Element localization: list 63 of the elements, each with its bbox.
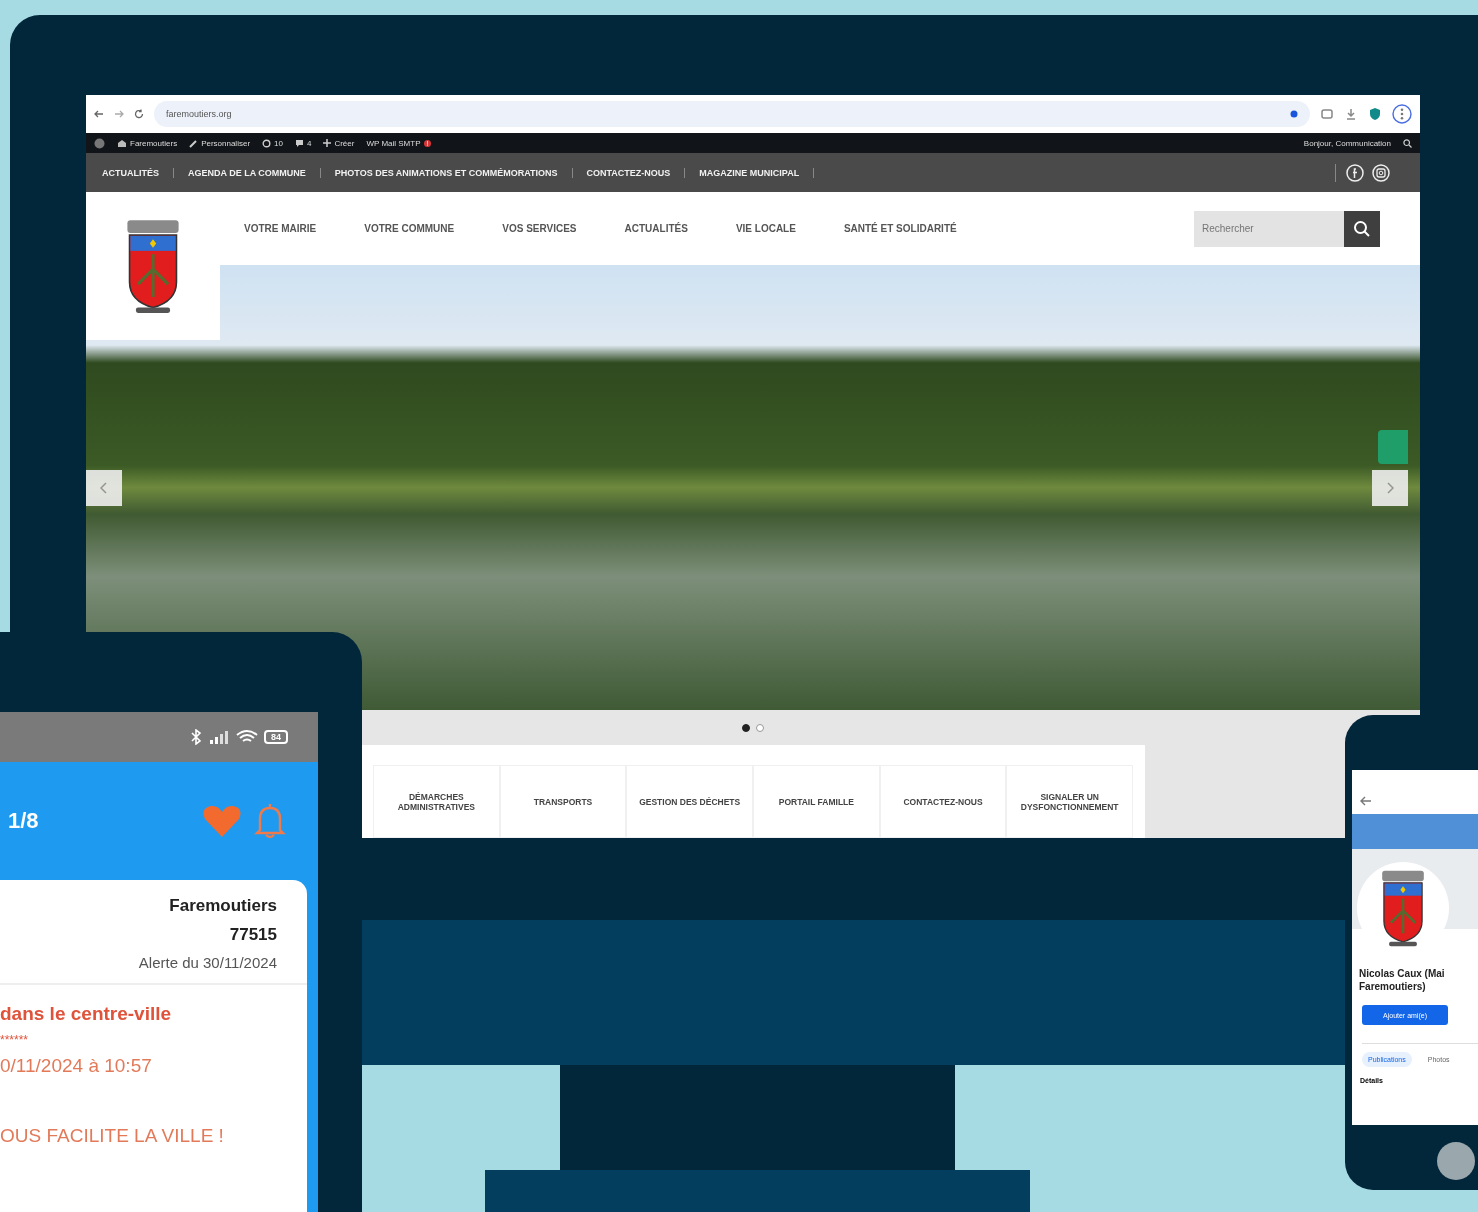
admin-bar-link[interactable]: Créer — [334, 138, 355, 148]
admin-bar-link[interactable]: 10 — [274, 138, 283, 148]
profile-name: Nicolas Caux (Mai Faremoutiers) — [1358, 967, 1446, 993]
top-menu-link[interactable]: PHOTOS DES ANIMATIONS ET COMMÉMORATIONS — [320, 167, 573, 178]
masked-text: ****** — [0, 1033, 30, 1047]
back-arrow-icon[interactable] — [1360, 796, 1372, 806]
top-menu-link[interactable]: CONTACTEZ-NOUS — [572, 167, 686, 178]
nav-link[interactable]: SANTÉ ET SOLIDARITÉ — [843, 223, 957, 234]
shield-icon[interactable] — [1368, 107, 1382, 121]
reload-icon[interactable] — [134, 109, 144, 119]
bluetooth-icon — [190, 729, 202, 745]
chevron-right-icon — [1386, 481, 1394, 494]
top-menu-link[interactable]: AGENDA DE LA COMMUNE — [174, 167, 321, 178]
nav-link[interactable]: VOTRE COMMUNE — [364, 223, 455, 234]
admin-bar-link[interactable]: Faremoutiers — [130, 138, 178, 148]
chevron-left-icon — [100, 481, 108, 494]
slider-dot[interactable] — [756, 723, 764, 732]
alert-datetime: 0/11/2024 à 10:57 — [0, 1055, 153, 1077]
url-text: faremoutiers.org — [166, 109, 232, 119]
menu-icon[interactable] — [1392, 104, 1412, 124]
admin-bar-link[interactable]: 4 — [306, 138, 312, 148]
quick-link[interactable]: TRANSPORTS — [499, 765, 627, 838]
slider-dot[interactable] — [742, 723, 750, 732]
home-icon — [117, 138, 127, 148]
city-name: Faremoutiers — [169, 896, 277, 916]
nav-link[interactable]: VOTRE MAIRIE — [244, 223, 317, 234]
wifi-icon — [236, 729, 258, 745]
alert-date: Alerte du 30/11/2024 — [138, 954, 277, 971]
top-menu-link[interactable]: ACTUALITÉS — [96, 167, 174, 178]
address-bar[interactable]: faremoutiers.org — [154, 101, 1310, 127]
plus-icon — [323, 139, 332, 147]
alert-counter: 1/8 — [8, 808, 39, 834]
quick-link[interactable]: GESTION DES DÉCHETS — [626, 765, 753, 838]
search-field[interactable]: Rechercher — [1194, 210, 1344, 247]
search-icon — [1353, 219, 1371, 238]
quick-link[interactable]: SIGNALER UN DYSFONCTIONNEMENT — [1006, 765, 1134, 838]
admin-bar-link[interactable]: WP Mail SMTP — [366, 138, 421, 148]
top-menu-link[interactable]: MAGAZINE MUNICIPAL — [685, 167, 815, 178]
alert-title: dans le centre-ville — [0, 1003, 173, 1025]
battery-level: 84 — [264, 730, 288, 744]
pencil-icon — [189, 138, 199, 148]
nav-link[interactable]: VOS SERVICES — [502, 223, 577, 234]
extension-icon[interactable] — [1320, 107, 1334, 121]
instagram-icon[interactable] — [1372, 163, 1390, 182]
greeting-link[interactable]: Bonjour, Communication — [1303, 138, 1391, 148]
nav-link[interactable]: ACTUALITÉS — [624, 223, 688, 234]
download-icon[interactable] — [1344, 107, 1358, 121]
comment-icon — [294, 138, 304, 148]
search-button[interactable] — [1344, 210, 1380, 247]
slogan-text: OUS FACILITE LA VILLE ! — [0, 1125, 225, 1147]
admin-bar-link[interactable]: Personnaliser — [201, 138, 251, 148]
search-icon[interactable] — [1403, 138, 1412, 148]
refresh-icon — [262, 138, 272, 148]
facebook-icon[interactable] — [1346, 163, 1364, 182]
back-icon[interactable] — [94, 109, 104, 119]
nav-link[interactable]: VIE LOCALE — [735, 223, 796, 234]
quick-link[interactable]: DÉMARCHES ADMINISTRATIVES — [373, 765, 500, 838]
postcode: 77515 — [229, 925, 277, 945]
signal-icon — [208, 730, 230, 744]
quick-link[interactable]: PORTAIL FAMILLE — [753, 765, 880, 838]
home-button[interactable] — [1437, 1142, 1475, 1180]
forward-icon[interactable] — [114, 109, 124, 119]
quick-link[interactable]: CONTACTEZ-NOUS — [879, 765, 1007, 838]
